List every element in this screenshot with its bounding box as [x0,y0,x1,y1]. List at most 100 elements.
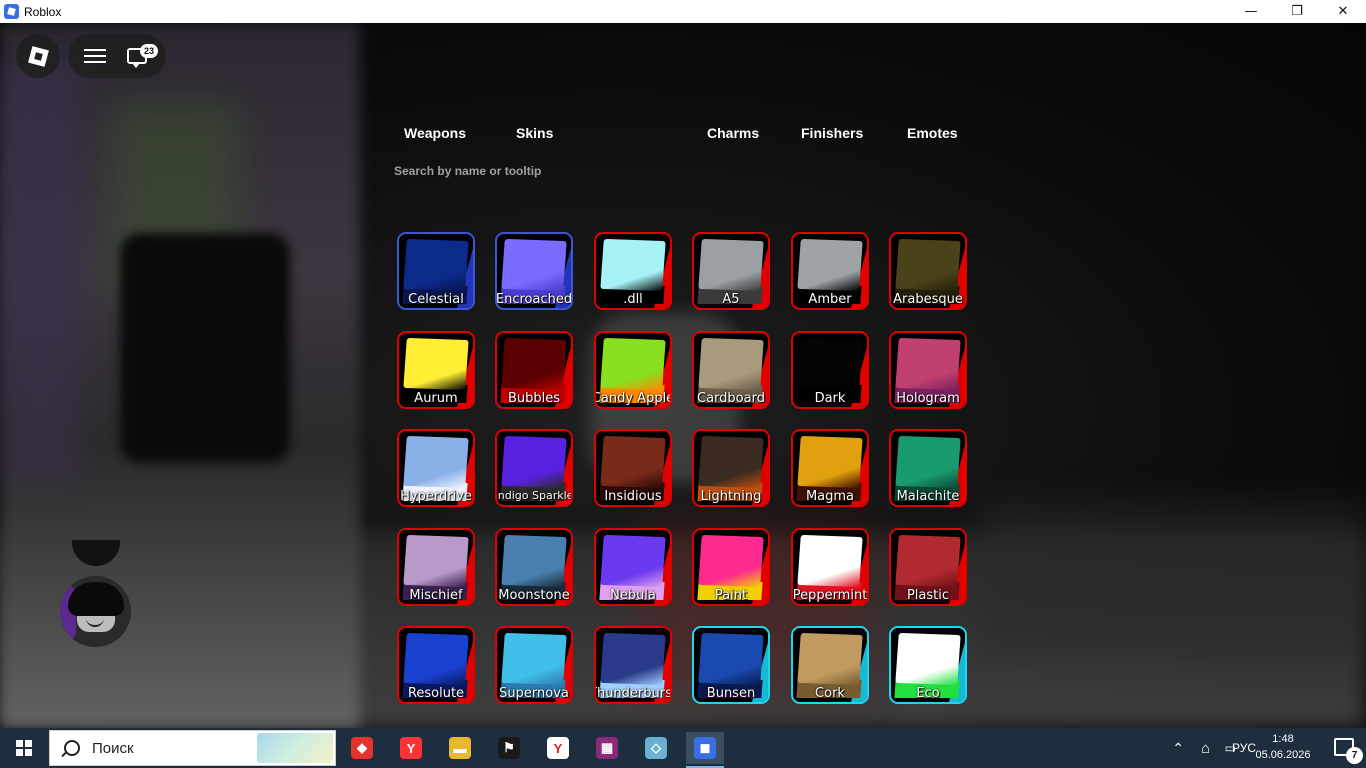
skin-item[interactable]: Supernova [495,626,573,704]
chat-badge: 23 [140,44,158,58]
skin-item[interactable]: Magma [791,429,869,507]
skin-item-label: Hyperdrive [400,489,472,504]
player-avatar[interactable] [60,576,131,647]
taskbar-app-button[interactable]: ◼ [686,732,724,768]
skin-item-label: Thunderburst [596,686,672,701]
skin-preview-swatch [501,534,567,588]
skin-item[interactable]: Moonstone [495,528,573,606]
tab-skins[interactable]: Skins [516,125,553,141]
taskbar-search-text: Поиск [92,739,134,757]
roblox-top-bar: 23 [68,34,166,78]
skin-item[interactable]: Plastic [889,528,967,606]
skin-item[interactable]: Resolute [397,626,475,704]
taskbar-search-box[interactable]: Поиск [49,730,336,766]
skin-item[interactable]: Eco [889,626,967,704]
taskbar-app-button[interactable]: ▬ [441,732,479,764]
skin-item[interactable]: Encroached [495,232,573,310]
skin-item[interactable]: Arabesque [889,232,967,310]
windows-taskbar: Поиск ◆ Y ▬ ⚑ Y ▦ ◇ ◼ ⌃ ⌂ ▭ РУС 1:48 05.06.2026… [0,728,1366,768]
skin-item[interactable]: Paint [692,528,770,606]
search-highlight-image [257,733,333,763]
skin-item[interactable]: Dark [791,331,869,409]
tab-emotes[interactable]: Emotes [907,125,958,141]
skin-preview-swatch [797,435,863,489]
skin-item[interactable]: Lightning [692,429,770,507]
skin-preview-swatch [403,534,469,588]
skin-item-label: Eco [916,686,940,701]
skin-item-label: Dark [814,391,846,406]
skin-item[interactable]: Hologram [889,331,967,409]
skin-item-label: Cardboard [697,391,765,406]
skin-item[interactable]: Indigo Sparkle [495,429,573,507]
taskbar-app-button[interactable]: Y [539,732,577,764]
skin-item[interactable]: Mischief [397,528,475,606]
skin-item[interactable]: Celestial [397,232,475,310]
clock-time: 1:48 [1272,733,1294,745]
skin-item[interactable]: Nebula [594,528,672,606]
taskbar-app-button[interactable]: Y [392,732,430,764]
taskbar-app-button[interactable]: ◆ [343,732,381,764]
skin-preview-swatch [501,238,567,292]
skin-preview-swatch [797,238,863,292]
minimize-button[interactable]: — [1228,0,1274,23]
crystal-app-icon: ◇ [645,737,667,759]
taskbar-app-button[interactable]: ▦ [588,732,626,764]
taskbar-clock[interactable]: 1:48 05.06.2026 [1252,731,1314,763]
background-scene [120,233,290,463]
skin-item-label: Resolute [407,686,465,701]
skin-item[interactable]: A5 [692,232,770,310]
skin-item-label: Candy Apple [594,391,672,406]
hamburger-menu-icon[interactable] [84,49,106,63]
skin-preview-swatch [501,632,567,686]
skin-preview-swatch [403,238,469,292]
skin-item-label: Encroached [495,292,573,307]
tab-charms[interactable]: Charms [707,125,759,141]
skin-item[interactable]: .dll [594,232,672,310]
skin-item[interactable]: Candy Apple [594,331,672,409]
skin-item-label: Malachite [896,489,960,504]
skin-preview-swatch [698,238,764,292]
file-explorer-icon: ▬ [449,737,471,759]
skin-preview-swatch [501,435,567,489]
skin-item-label: Plastic [906,588,950,603]
skin-item[interactable]: Thunderburst [594,626,672,704]
tab-weapons[interactable]: Weapons [404,125,466,141]
skin-preview-swatch [895,435,961,489]
tab-finishers[interactable]: Finishers [801,125,863,141]
skin-item[interactable]: Malachite [889,429,967,507]
skin-preview-swatch [895,337,961,391]
skin-item[interactable]: Insidious [594,429,672,507]
network-icon[interactable]: ⌂ [1201,728,1210,768]
skin-preview-swatch [501,337,567,391]
skin-item[interactable]: Amber [791,232,869,310]
close-button[interactable]: ✕ [1320,0,1366,23]
skin-preview-swatch [698,337,764,391]
skin-item[interactable]: Cork [791,626,869,704]
restore-button[interactable]: ❐ [1274,0,1320,23]
taskbar-app-button[interactable]: ⚑ [490,732,528,764]
game-viewport[interactable] [0,23,1366,728]
skin-item[interactable]: Aurum [397,331,475,409]
skin-item-label: Celestial [408,292,464,307]
taskbar-app-button[interactable]: ◇ [637,732,675,764]
start-button[interactable] [0,728,48,768]
search-input[interactable] [394,162,694,180]
skin-preview-swatch [895,238,961,292]
skin-item[interactable]: Cardboard [692,331,770,409]
skin-item[interactable]: Hyperdrive [397,429,475,507]
roblox-menu-button[interactable] [16,34,60,78]
skin-item-label: Moonstone [498,588,570,603]
anydesk-icon: ◆ [351,737,373,759]
windows-logo-icon [16,740,32,756]
yandex-browser-icon: Y [547,737,569,759]
skin-item-label: A5 [722,292,740,307]
chevron-up-icon[interactable]: ⌃ [1172,728,1184,768]
skin-item[interactable]: Bunsen [692,626,770,704]
avatar-hair [68,582,124,616]
skin-item[interactable]: Peppermint [791,528,869,606]
skin-preview-swatch [698,632,764,686]
skin-preview-swatch [600,337,666,391]
skin-item[interactable]: Bubbles [495,331,573,409]
skin-preview-swatch [797,337,863,391]
skin-item-label: Amber [808,292,852,307]
